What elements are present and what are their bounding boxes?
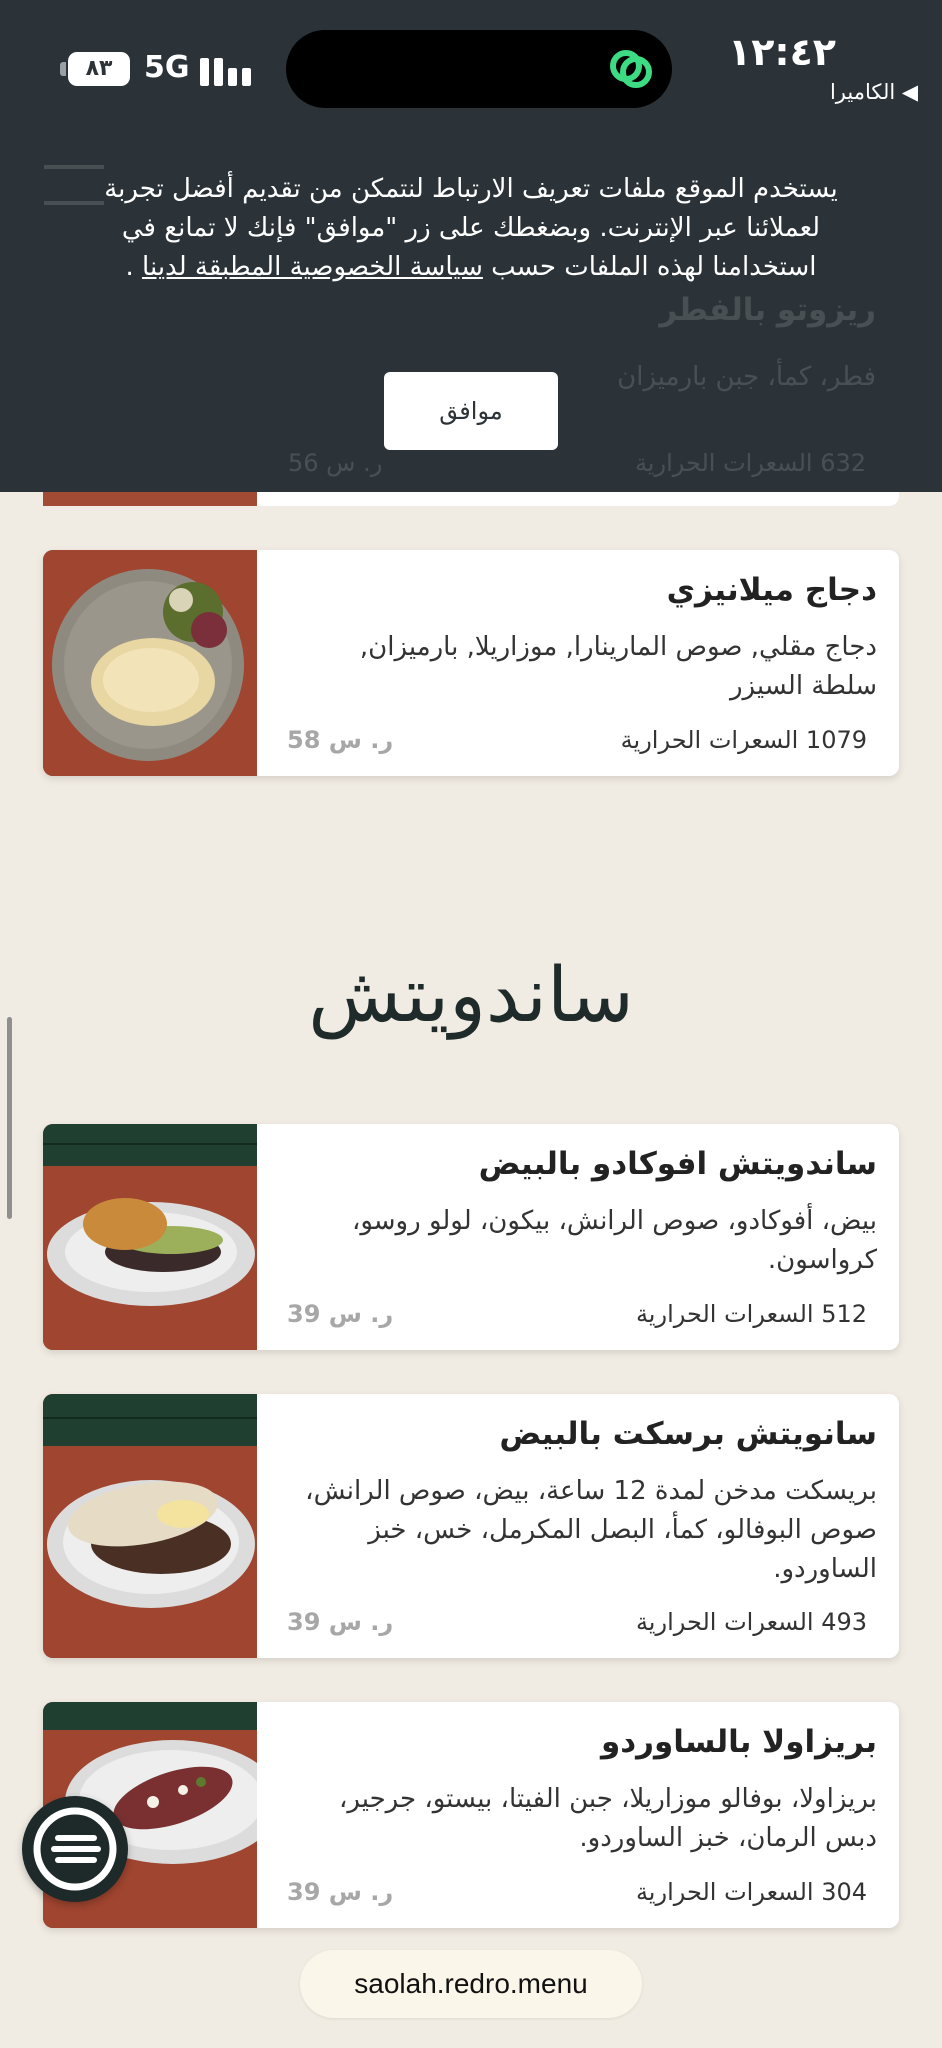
item-price: ر. س 58 [287, 726, 394, 754]
item-calories: 493 السعرات الحرارية [635, 1608, 867, 1636]
item-photo [43, 1124, 257, 1350]
item-name: ساندويتش افوكادو بالبيض [478, 1146, 877, 1182]
chicken-plate-image [43, 550, 257, 776]
signal-icon [200, 52, 252, 86]
item-price: ر. س 39 [287, 1300, 394, 1328]
item-photo [43, 1394, 257, 1658]
cookie-overlay: ٨٣ 5G ١٢:٤٢ ◀ الكاميرا يستخدم الموقع ملف… [0, 0, 942, 492]
item-photo [43, 550, 257, 776]
item-name: بريزاولا بالساوردو [600, 1724, 877, 1760]
menu-item-card[interactable]: بريزاولا بالساوردو بريزاولا، بوفالو موزا… [43, 1702, 899, 1928]
item-details: دجاج ميلانيزي دجاج مقلي, صوص المارينارا,… [257, 550, 899, 776]
item-name: سانويتش برسكت بالبيض [499, 1416, 877, 1452]
item-description: دجاج مقلي, صوص المارينارا, موزاريلا, بار… [359, 632, 877, 701]
item-price: ر. س 39 [287, 1878, 394, 1906]
cookie-text-end: . [125, 252, 143, 282]
url-bar[interactable]: saolah.redro.menu [300, 1950, 642, 2018]
menu-fab-button[interactable] [22, 1796, 128, 1902]
item-calories: 512 السعرات الحرارية [635, 1300, 867, 1328]
list-icon [33, 1807, 117, 1891]
avocado-sandwich-image [43, 1124, 257, 1350]
item-details: ساندويتش افوكادو بالبيض بيض، أفوكادو، صو… [257, 1124, 899, 1350]
back-to-camera[interactable]: ◀ الكاميرا [830, 80, 918, 104]
battery-icon: ٨٣ [68, 52, 130, 86]
item-details: سانويتش برسكت بالبيض بريسكت مدخن لمدة 12… [257, 1394, 899, 1658]
item-calories: 1079 السعرات الحرارية [620, 726, 867, 754]
item-footer: 304 السعرات الحرارية ر. س 39 [287, 1870, 867, 1906]
link-icon [610, 50, 652, 88]
brisket-sandwich-image [43, 1394, 257, 1658]
section-title-sandwiches: ساندويتش [308, 950, 634, 1039]
privacy-policy-link[interactable]: سياسة الخصوصية المطبقة لدينا [142, 252, 483, 282]
item-calories: 304 السعرات الحرارية [635, 1878, 867, 1906]
item-footer: 493 السعرات الحرارية ر. س 39 [287, 1600, 867, 1636]
menu-item-card[interactable]: دجاج ميلانيزي دجاج مقلي, صوص المارينارا,… [43, 550, 899, 776]
item-description: بيض، أفوكادو، صوص الرانش، بيكون، لولو رو… [351, 1206, 877, 1275]
menu-item-card[interactable]: ساندويتش افوكادو بالبيض بيض، أفوكادو، صو… [43, 1124, 899, 1350]
accept-cookies-button[interactable]: موافق [384, 372, 558, 450]
network-label: 5G [144, 50, 190, 85]
item-footer: 512 السعرات الحرارية ر. س 39 [287, 1292, 867, 1328]
status-bar: ٨٣ 5G ١٢:٤٢ ◀ الكاميرا [0, 0, 942, 120]
menu-item-card[interactable]: سانويتش برسكت بالبيض بريسكت مدخن لمدة 12… [43, 1394, 899, 1658]
item-description: بريزاولا، بوفالو موزاريلا، جبن الفيتا، ب… [339, 1784, 877, 1853]
item-description: بريسكت مدخن لمدة 12 ساعة، بيض، صوص الران… [305, 1476, 877, 1584]
item-name: دجاج ميلانيزي [666, 572, 877, 608]
dynamic-island [286, 30, 672, 108]
item-details: بريزاولا بالساوردو بريزاولا، بوفالو موزا… [257, 1702, 899, 1928]
battery-nub [60, 62, 66, 76]
item-footer: 1079 السعرات الحرارية ر. س 58 [287, 718, 867, 754]
item-price: ر. س 39 [287, 1608, 394, 1636]
status-time: ١٢:٤٢ [728, 30, 836, 74]
cookie-message: يستخدم الموقع ملفات تعريف الارتباط لنتمك… [92, 170, 850, 287]
scroll-indicator[interactable] [7, 1017, 12, 1219]
